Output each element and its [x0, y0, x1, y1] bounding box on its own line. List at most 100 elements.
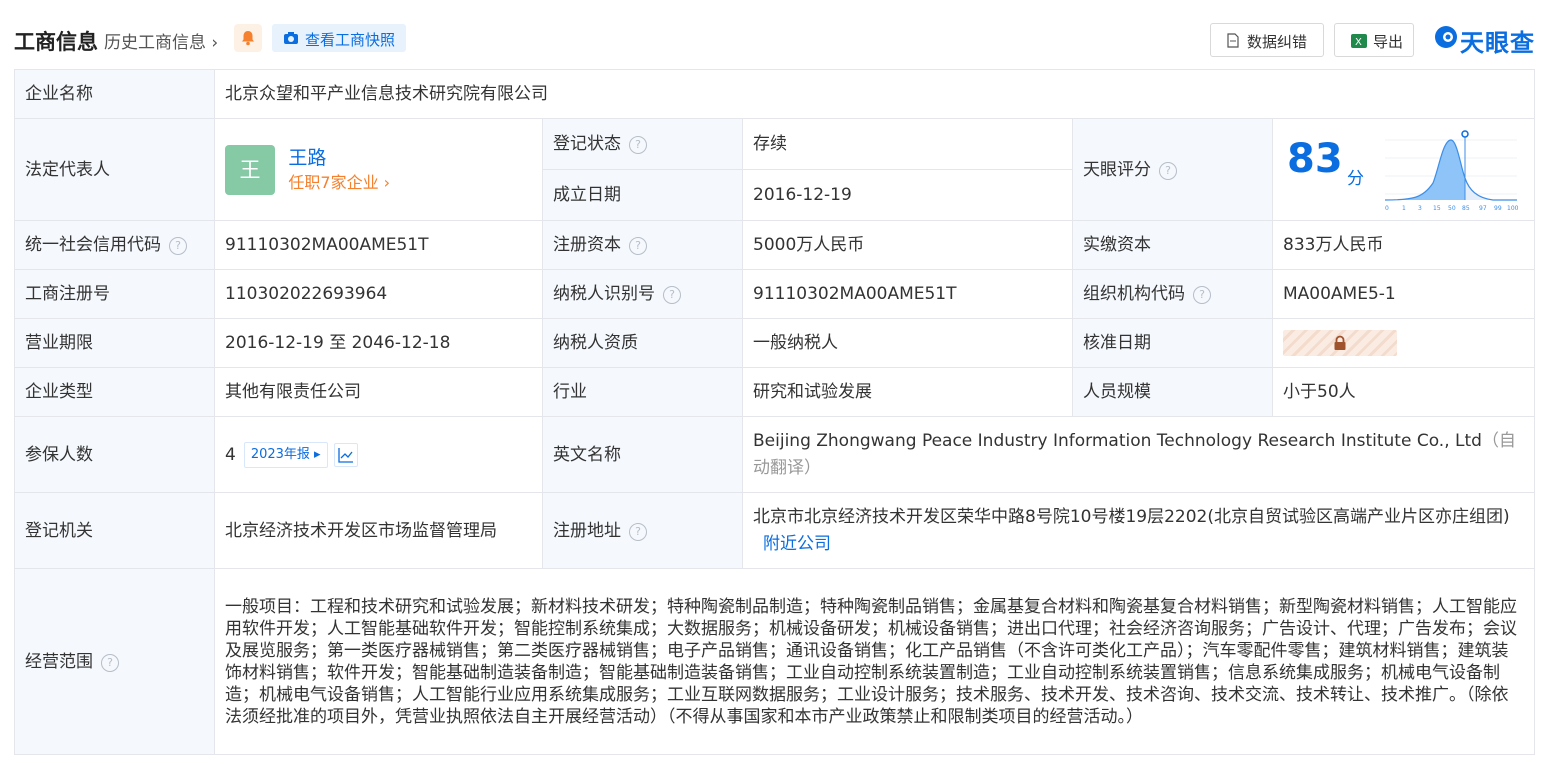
- export-button[interactable]: X 导出: [1334, 23, 1414, 57]
- insured-value: 4: [225, 444, 236, 465]
- eye-logo-icon: [1435, 26, 1457, 48]
- paid-capital-label: 实缴资本: [1072, 220, 1273, 270]
- english-name-label: 英文名称: [542, 416, 743, 493]
- table-row: 经营范围? 一般项目：工程和技术研究和试验发展；新材料技术研发；特种陶瓷制品制造…: [14, 568, 1536, 755]
- svg-text:0 1 3: 0 1 3 15 50 85 97 99 100: [1385, 205, 1519, 212]
- table-row: 法定代表人 王 王路 任职7家企业 › 登记状态? 存续 天眼评分? 83 分: [14, 118, 1536, 221]
- scope-value: 一般项目：工程和技术研究和试验发展；新材料技术研发；特种陶瓷制品制造；特种陶瓷制…: [213, 568, 1536, 755]
- axis-tick: 0: [1385, 205, 1389, 212]
- score-distribution-chart: 0 1 3 15 50 85 97 99 100: [1384, 129, 1519, 212]
- locked-value[interactable]: [1283, 330, 1397, 356]
- chevron-right-icon: ›: [378, 172, 391, 192]
- authority-label: 登记机关: [14, 492, 215, 569]
- trend-chart-button[interactable]: [333, 442, 358, 467]
- credit-code-label: 统一社会信用代码?: [14, 220, 215, 270]
- lock-icon: [1334, 335, 1346, 350]
- help-icon[interactable]: ?: [629, 136, 647, 154]
- table-row: 企业名称 北京众望和平产业信息技术研究院有限公司: [14, 69, 1536, 119]
- section-title: 工商信息: [14, 30, 98, 54]
- english-name-cell: Beijing Zhongwang Peace Industry Informa…: [741, 416, 1536, 493]
- score-value: 83: [1287, 135, 1343, 182]
- industry-value: 研究和试验发展: [742, 367, 1073, 417]
- table-row: 企业类型 其他有限责任公司 行业 研究和试验发展 人员规模 小于50人: [14, 367, 1536, 417]
- type-value: 其他有限责任公司: [214, 367, 543, 417]
- score-label: 天眼评分?: [1072, 118, 1273, 221]
- credit-code-value: 91110302MA00AME51T: [214, 220, 543, 270]
- term-label: 营业期限: [14, 318, 215, 368]
- reg-no-value: 110302022693964: [214, 269, 543, 319]
- taxpayer-id-label: 纳税人识别号?: [542, 269, 743, 319]
- svg-text:X: X: [1355, 37, 1362, 48]
- help-icon[interactable]: ?: [663, 286, 681, 304]
- help-icon[interactable]: ?: [169, 237, 187, 255]
- company-name-label: 企业名称: [14, 69, 215, 119]
- org-code-label: 组织机构代码?: [1072, 269, 1273, 319]
- status-value: 存续: [742, 118, 1073, 170]
- axis-tick: 15: [1433, 205, 1441, 212]
- axis-tick: 100: [1507, 205, 1519, 212]
- table-row: 登记机关 北京经济技术开发区市场监督管理局 注册地址? 北京市北京经济技术开发区…: [14, 492, 1536, 569]
- reg-capital-value: 5000万人民币: [742, 220, 1073, 270]
- table-row: 参保人数 4 2023年报 ▸ 英文名称 Beijing Zhongwang Pe…: [14, 416, 1536, 493]
- taxpayer-id-value: 91110302MA00AME51T: [742, 269, 1073, 319]
- table-row: 统一社会信用代码? 91110302MA00AME51T 注册资本? 5000万…: [14, 220, 1536, 270]
- avatar[interactable]: 王: [225, 144, 275, 195]
- type-label: 企业类型: [14, 367, 215, 417]
- reg-capital-label: 注册资本?: [542, 220, 743, 270]
- axis-tick: 3: [1418, 205, 1422, 212]
- legal-rep-label: 法定代表人: [14, 118, 215, 221]
- insured-label: 参保人数: [14, 416, 215, 493]
- header: 工商信息 历史工商信息 › 查看工商快照 数据纠错 X 导出 天眼查: [0, 0, 1561, 70]
- legal-rep-name[interactable]: 王路: [288, 145, 390, 171]
- scope-label: 经营范围?: [14, 568, 215, 755]
- excel-icon: X: [1351, 34, 1367, 48]
- axis-tick: 99: [1494, 205, 1502, 212]
- company-name: 北京众望和平产业信息技术研究院有限公司: [213, 69, 1536, 119]
- org-code-value: MA00AME5-1: [1271, 269, 1536, 319]
- english-name-value: Beijing Zhongwang Peace Industry Informa…: [753, 430, 1482, 451]
- history-link[interactable]: 历史工商信息 ›: [104, 28, 218, 53]
- found-date-value: 2016-12-19: [742, 169, 1073, 221]
- business-info-table: 企业名称 北京众望和平产业信息技术研究院有限公司 法定代表人 王 王路 任职7家…: [14, 69, 1536, 755]
- address-label: 注册地址?: [542, 492, 743, 569]
- insured-cell: 4 2023年报 ▸: [214, 416, 543, 493]
- legal-rep-jobs-link[interactable]: 任职7家企业 ›: [288, 171, 390, 195]
- camera-icon: [284, 32, 298, 44]
- axis-tick: 50: [1448, 205, 1456, 212]
- industry-label: 行业: [542, 367, 743, 417]
- document-icon: [1227, 33, 1239, 48]
- axis-tick: 85: [1462, 205, 1470, 212]
- table-row: 工商注册号 110302022693964 纳税人识别号? 91110302MA…: [14, 269, 1536, 319]
- line-chart-icon: [337, 447, 353, 463]
- approve-date-label: 核准日期: [1072, 318, 1273, 368]
- reg-no-label: 工商注册号: [14, 269, 215, 319]
- found-date-label: 成立日期: [542, 169, 743, 221]
- help-icon[interactable]: ?: [1193, 286, 1211, 304]
- legal-rep-cell: 王 王路 任职7家企业 ›: [214, 118, 543, 221]
- help-icon[interactable]: ?: [101, 653, 119, 672]
- paid-capital-value: 833万人民币: [1271, 220, 1536, 270]
- year-report-tag[interactable]: 2023年报 ▸: [243, 441, 328, 468]
- snapshot-button[interactable]: 查看工商快照: [272, 24, 406, 52]
- status-label: 登记状态?: [542, 118, 743, 170]
- taxpayer-type-value: 一般纳税人: [742, 318, 1073, 368]
- help-icon[interactable]: ?: [1159, 161, 1177, 180]
- axis-tick: 1: [1402, 205, 1406, 212]
- score-unit: 分: [1347, 168, 1364, 189]
- authority-value: 北京经济技术开发区市场监督管理局: [214, 492, 543, 569]
- score-cell: 83 分 0 1 3 15 50 85 97 99 100: [1271, 118, 1536, 221]
- term-value: 2016-12-19 至 2046-12-18: [214, 318, 543, 368]
- address-cell: 北京市北京经济技术开发区荣华中路8号院10号楼19层2202(北京自贸试验区高端…: [741, 492, 1536, 569]
- axis-tick: 97: [1479, 205, 1487, 212]
- help-icon[interactable]: ?: [629, 237, 647, 255]
- bell-icon: [242, 31, 254, 46]
- chevron-right-icon: ›: [206, 33, 219, 53]
- data-error-button[interactable]: 数据纠错: [1210, 23, 1324, 57]
- bell-button[interactable]: [234, 24, 262, 52]
- staff-value: 小于50人: [1271, 367, 1536, 417]
- nearby-companies-link[interactable]: 附近公司: [763, 534, 831, 554]
- address-value: 北京市北京经济技术开发区荣华中路8号院10号楼19层2202(北京自贸试验区高端…: [753, 506, 1510, 527]
- help-icon[interactable]: ?: [629, 522, 647, 541]
- approve-date-value: [1271, 318, 1536, 368]
- staff-label: 人员规模: [1072, 367, 1273, 417]
